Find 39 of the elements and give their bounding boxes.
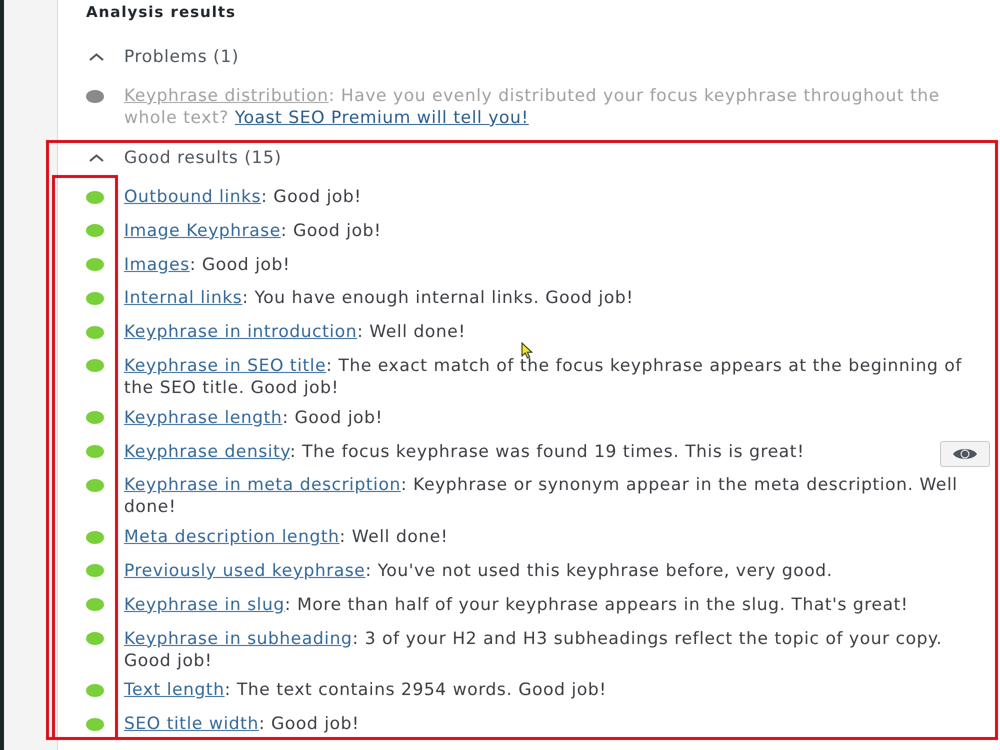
- section-toggle[interactable]: Good results (15): [86, 147, 282, 169]
- result-text: Keyphrase in subheading: 3 of your H2 and H3 subheadings reflect the topic of your copy. Good job!: [124, 628, 944, 672]
- result-text: Images: Good job!: [124, 254, 290, 276]
- result-link[interactable]: Text length: [124, 680, 225, 700]
- result-link[interactable]: Keyphrase density: [124, 442, 290, 462]
- result-link[interactable]: Keyphrase in slug: [124, 594, 285, 615]
- chevron-up-icon: [89, 53, 104, 61]
- result-link[interactable]: SEO title width: [124, 714, 259, 734]
- result-link[interactable]: Internal links: [124, 288, 242, 308]
- panel-title: Analysis results: [86, 2, 237, 22]
- result-text: Keyphrase density: The focus keyphrase was found 19 times. This is great!: [124, 440, 804, 463]
- result-text: Keyphrase in introduction: Well done!: [124, 321, 466, 344]
- result-link[interactable]: Image Keyphrase: [124, 220, 281, 241]
- result-text: Image Keyphrase: Good job!: [124, 220, 382, 242]
- result-text: Previously used keyphrase: You've not used this keyphrase before, very good.: [124, 560, 833, 582]
- result-text: Keyphrase in SEO title: The exact match of the focus keyphrase appears at the beginning of the SEO title. Good job!: [124, 354, 963, 399]
- result-text: Outbound links: Good job!: [124, 186, 362, 208]
- cursor-icon: [521, 342, 533, 359]
- chevron-up-icon: [89, 154, 104, 162]
- eye-icon: [952, 446, 978, 461]
- result-link[interactable]: Keyphrase length: [124, 408, 282, 428]
- result-link[interactable]: Keyphrase in introduction: [124, 322, 358, 342]
- result-link[interactable]: Keyphrase in SEO title: [124, 356, 326, 376]
- result-link[interactable]: Keyphrase in meta description: [124, 475, 401, 496]
- result-text: SEO title width: Good job!: [124, 713, 360, 736]
- result-text: Meta description length: Well done!: [124, 526, 448, 548]
- result-text: Keyphrase length: Good job!: [124, 406, 383, 429]
- result-text: Keyphrase distribution: Have you evenly distributed your focus keyphrase throughout the whole text? Yoast SEO Premium will tell you!: [124, 85, 941, 129]
- result-link[interactable]: Images: [124, 254, 190, 275]
- result-link[interactable]: Keyphrase in subheading: [124, 628, 352, 649]
- result-text: Keyphrase in slug: More than half of your keyphrase appears in the slug. That's great!: [124, 594, 908, 616]
- section-toggle[interactable]: Problems (1): [86, 46, 240, 68]
- eye-button[interactable]: [940, 440, 990, 467]
- result-text: Keyphrase in meta description: Keyphrase or synonym appear in the meta description. Well done!: [124, 474, 959, 518]
- result-link[interactable]: Outbound links: [124, 187, 262, 207]
- result-link[interactable]: Previously used keyphrase: [124, 560, 366, 581]
- result-link[interactable]: Meta description length: [124, 527, 340, 548]
- result-text: Internal links: You have enough internal links. Good job!: [124, 287, 634, 310]
- result-text: Text length: The text contains 2954 words. Good job!: [124, 679, 607, 702]
